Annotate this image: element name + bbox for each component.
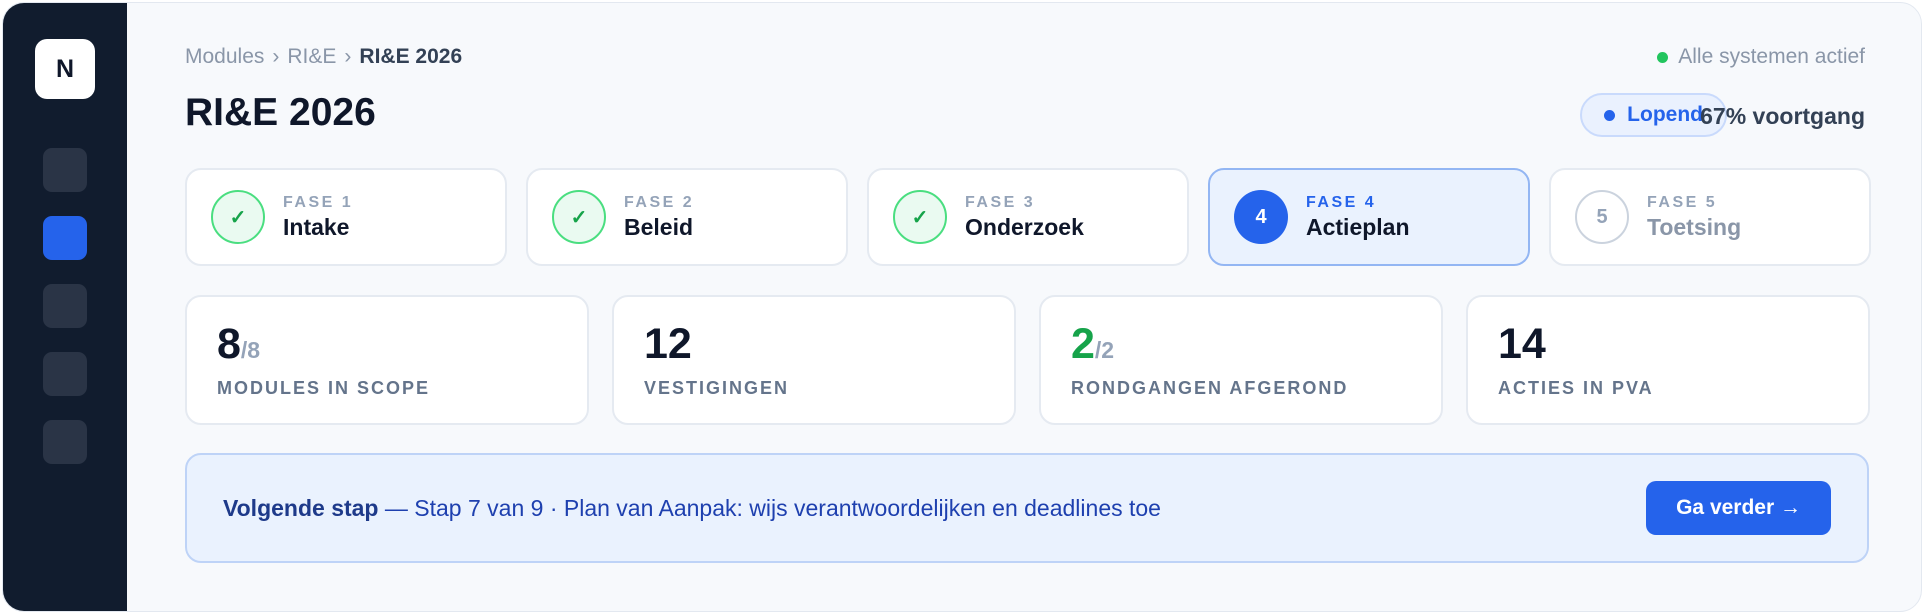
- phase-name: Toetsing: [1647, 213, 1742, 240]
- breadcrumb-current: RI&E 2026: [359, 45, 463, 68]
- next-step-banner: Volgende stap — Stap 7 van 9 · Plan van …: [185, 453, 1869, 563]
- phase-step-4-current[interactable]: 4 FASE 4 Actieplan: [1208, 168, 1530, 266]
- check-icon: ✓: [552, 190, 606, 244]
- stat-value: 2: [1071, 320, 1095, 368]
- stat-value: 12: [644, 320, 692, 368]
- stat-label: ACTIES IN PVA: [1498, 378, 1654, 398]
- stat-card-modules: 8 /8 MODULES IN SCOPE: [185, 295, 589, 425]
- breadcrumb-separator: ›: [344, 45, 352, 68]
- stats-row: 8 /8 MODULES IN SCOPE 12 VESTIGINGEN 2 /…: [185, 295, 1870, 425]
- breadcrumb: Modules › RI&E › RI&E 2026: [185, 45, 462, 69]
- phase-step-2[interactable]: ✓ FASE 2 Beleid: [526, 168, 848, 266]
- next-step-text: Volgende stap — Stap 7 van 9 · Plan van …: [223, 495, 1161, 522]
- status-badge-label: Lopend: [1627, 103, 1703, 126]
- phase-number: FASE 1: [283, 193, 354, 211]
- stat-value: 14: [1498, 320, 1546, 368]
- stat-card-acties: 14 ACTIES IN PVA: [1466, 295, 1870, 425]
- stat-label: RONDGANGEN AFGEROND: [1071, 378, 1349, 398]
- app-window: N Modules › RI&E › RI&E 2026 Alle system…: [2, 2, 1922, 612]
- stat-card-rondgangen: 2 /2 RONDGANGEN AFGEROND: [1039, 295, 1443, 425]
- progress-label: 67% voortgang: [1700, 103, 1865, 129]
- status-dot-icon: [1604, 109, 1616, 121]
- phase-number: FASE 2: [624, 193, 695, 211]
- check-icon: ✓: [893, 190, 947, 244]
- stat-card-vestigingen: 12 VESTIGINGEN: [612, 295, 1016, 425]
- step-number-badge: 4: [1234, 190, 1288, 244]
- next-step-heading: Volgende stap: [223, 494, 379, 521]
- sidebar: N: [3, 3, 127, 611]
- phase-name: Onderzoek: [965, 213, 1084, 240]
- check-icon: ✓: [211, 190, 265, 244]
- phase-name: Beleid: [624, 213, 694, 240]
- stat-total: /8: [240, 337, 261, 363]
- phase-number: FASE 5: [1647, 193, 1718, 211]
- phase-name: Intake: [283, 213, 350, 240]
- phase-step-5[interactable]: 5 FASE 5 Toetsing: [1549, 168, 1871, 266]
- sidebar-item-2-active[interactable]: [43, 216, 87, 260]
- logo[interactable]: N: [35, 39, 95, 99]
- page-title: RI&E 2026: [185, 91, 376, 134]
- system-status-label: Alle systemen actief: [1678, 45, 1865, 68]
- next-step-description: — Stap 7 van 9 · Plan van Aanpak: wijs v…: [378, 494, 1161, 521]
- step-number-badge: 5: [1575, 190, 1629, 244]
- main-content: Modules › RI&E › RI&E 2026 Alle systemen…: [127, 3, 1921, 611]
- breadcrumb-rie[interactable]: RI&E: [287, 45, 336, 69]
- stat-label: VESTIGINGEN: [644, 378, 790, 398]
- sidebar-item-4[interactable]: [43, 352, 87, 396]
- phase-number: FASE 3: [965, 193, 1036, 211]
- sidebar-item-3[interactable]: [43, 284, 87, 328]
- phase-step-1[interactable]: ✓ FASE 1 Intake: [185, 168, 507, 266]
- phase-number: FASE 4: [1306, 193, 1377, 211]
- sidebar-item-5[interactable]: [43, 420, 87, 464]
- status-dot-icon: [1657, 51, 1669, 63]
- system-status: Alle systemen actief: [1657, 45, 1865, 69]
- stat-label: MODULES IN SCOPE: [217, 378, 431, 398]
- breadcrumb-separator: ›: [272, 45, 280, 68]
- continue-button[interactable]: Ga verder →: [1646, 481, 1831, 535]
- stat-value: 8: [217, 320, 241, 368]
- stat-total: /2: [1094, 337, 1115, 363]
- breadcrumb-modules[interactable]: Modules: [185, 45, 264, 69]
- sidebar-item-1[interactable]: [43, 148, 87, 192]
- phase-name: Actieplan: [1306, 213, 1410, 240]
- phase-stepper: ✓ FASE 1 Intake ✓ FASE 2 Beleid ✓ FASE 3…: [185, 168, 1871, 266]
- phase-step-3[interactable]: ✓ FASE 3 Onderzoek: [867, 168, 1189, 266]
